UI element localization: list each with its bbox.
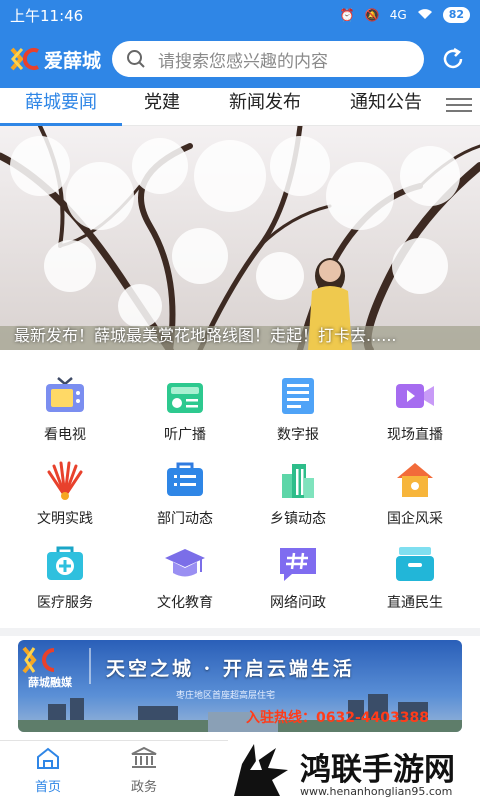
- newspaper-icon: [282, 378, 314, 414]
- logo-emblem-icon: [10, 47, 39, 71]
- radio-icon: [167, 383, 203, 413]
- wifi-icon: [417, 8, 433, 23]
- home-icon: [37, 747, 59, 769]
- watermark-text: 鸿联手游网: [300, 752, 455, 788]
- status-time: 上午11:46: [10, 6, 84, 25]
- logo-text: 爱薛城: [44, 49, 102, 72]
- grid-item-medical[interactable]: 医疗服务: [5, 542, 125, 612]
- search-placeholder: 请搜索您感兴趣的内容: [158, 51, 328, 72]
- graduation-cap-icon: [165, 549, 205, 577]
- watermark-url: www.henanhonglian95.com: [300, 785, 453, 798]
- nav-home[interactable]: 首页: [0, 741, 96, 800]
- tab-party-building[interactable]: 党建: [122, 88, 202, 126]
- inbox-icon: [396, 547, 434, 581]
- tab-notices[interactable]: 通知公告: [328, 88, 444, 126]
- tab-xuecheng-news[interactable]: 薛城要闻: [0, 88, 122, 126]
- signal-icon: 4G: [389, 8, 407, 22]
- grid-item-livelihood[interactable]: 直通民生: [355, 542, 475, 612]
- app-header: 爱薛城 请搜索您感兴趣的内容: [0, 30, 480, 88]
- watermark: 鸿联手游网 www.henanhonglian95.com: [228, 740, 480, 800]
- search-input[interactable]: 请搜索您感兴趣的内容: [112, 41, 424, 77]
- grid-item-radio[interactable]: 听广播: [125, 374, 245, 444]
- banner-caption: 最新发布！薛城最美赏花地路线图！走起！打卡去......: [14, 326, 397, 345]
- ad-banner[interactable]: 薛城融媒 天空之城 · 开启云端生活 枣庄地区首座超高层住宅 入驻热线：0632…: [18, 640, 462, 732]
- medical-kit-icon: [47, 546, 83, 580]
- grid-item-civilization-practice[interactable]: 文明实践: [5, 458, 125, 528]
- tv-icon: [46, 377, 84, 412]
- grid-item-online-inquiry[interactable]: 网络问政: [238, 542, 358, 612]
- grid-item-township-news[interactable]: 乡镇动态: [238, 458, 358, 528]
- grid-item-digital-paper[interactable]: 数字报: [238, 374, 358, 444]
- grid-item-live[interactable]: 现场直播: [355, 374, 475, 444]
- tab-menu-icon[interactable]: [446, 94, 472, 116]
- grid-item-watch-tv[interactable]: 看电视: [5, 374, 125, 444]
- fan-emblem-icon: [47, 461, 83, 500]
- alarm-icon: ⏰: [339, 8, 355, 22]
- briefcase-icon: [167, 462, 203, 496]
- search-icon: [127, 50, 145, 68]
- ad-logo-text: 薛城融媒: [28, 676, 72, 689]
- buildings-icon: [282, 464, 314, 498]
- category-tabs: 薛城要闻 党建 新闻发布 通知公告: [0, 88, 480, 126]
- refresh-icon: [443, 47, 463, 69]
- battery-indicator: 82: [442, 7, 470, 23]
- headline-banner[interactable]: 最新发布！薛城最美赏花地路线图！走起！打卡去......: [0, 126, 480, 350]
- mute-icon: 🔕: [364, 8, 380, 22]
- watermark-logo-icon: [234, 744, 288, 796]
- app-logo: 爱薛城: [10, 46, 112, 73]
- ad-title: 天空之城 · 开启云端生活: [106, 658, 355, 680]
- home-icon: [397, 463, 433, 497]
- hashtag-chat-icon: [280, 548, 316, 581]
- grid-item-department-news[interactable]: 部门动态: [125, 458, 245, 528]
- refresh-button[interactable]: [436, 42, 470, 76]
- video-camera-icon: [396, 384, 434, 408]
- grid-item-soe-showcase[interactable]: 国企风采: [355, 458, 475, 528]
- tab-press-release[interactable]: 新闻发布: [202, 88, 328, 126]
- blossom-photo: [0, 126, 480, 350]
- government-icon: [131, 746, 157, 768]
- nav-government[interactable]: 政务: [96, 741, 192, 800]
- feature-grid: 看电视 听广播 数字报 现场直播 文明实践 部门动态 乡镇动态 国企风采 医疗服…: [0, 350, 480, 628]
- section-divider: [0, 628, 480, 636]
- grid-item-culture-education[interactable]: 文化教育: [125, 542, 245, 612]
- status-bar: 上午11:46 ⏰ 🔕 4G 82: [0, 0, 480, 30]
- ad-hotline: 入驻热线：0632-4403388: [246, 710, 429, 726]
- ad-subtitle: 枣庄地区首座超高层住宅: [176, 691, 276, 701]
